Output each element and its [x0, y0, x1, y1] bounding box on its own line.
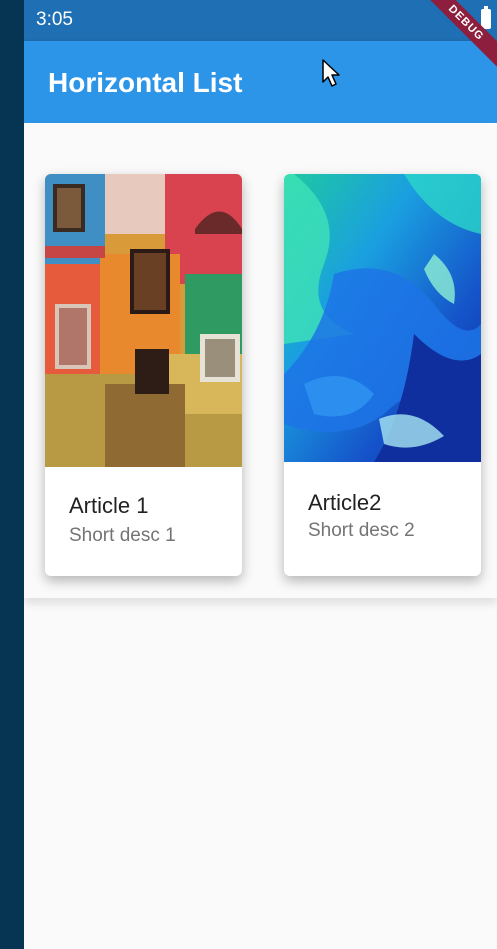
horizontal-article-list[interactable]: Article 1 Short desc 1 Article2 Short de… — [24, 123, 497, 598]
mouse-pointer-icon — [322, 59, 340, 87]
article-image — [45, 174, 242, 467]
article-title: Article 1 — [69, 493, 149, 518]
article-description: Short desc 1 — [69, 525, 176, 546]
app-bar: Horizontal List — [24, 41, 497, 123]
status-bar: 3:05 — [24, 0, 497, 41]
article-description: Short desc 2 — [308, 520, 415, 541]
phone-screen: 3:05 Horizontal List DEBUG Article 1 Sho… — [24, 0, 497, 949]
article-card[interactable]: Article2 Short desc 2 — [284, 174, 481, 576]
article-title: Article2 — [308, 490, 382, 515]
article-image — [284, 174, 481, 462]
page-title: Horizontal List — [48, 67, 243, 98]
status-time: 3:05 — [36, 9, 73, 30]
article-card[interactable]: Article 1 Short desc 1 — [45, 174, 242, 576]
